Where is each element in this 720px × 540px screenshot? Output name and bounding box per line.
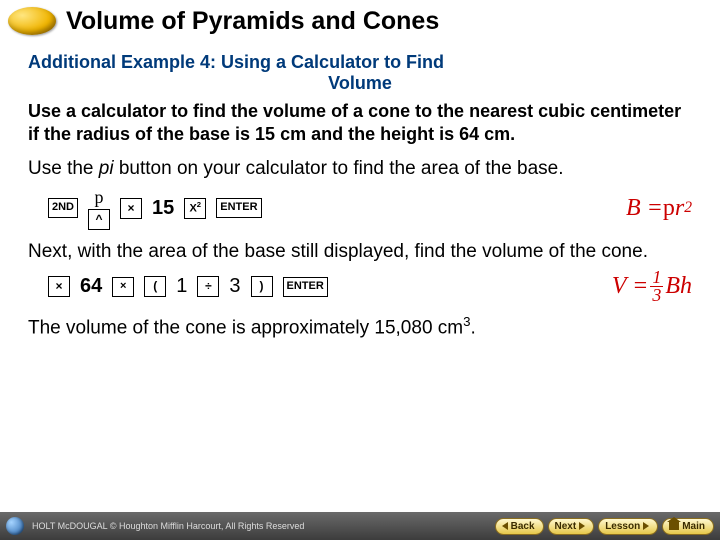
formula-base-area: B = pr2 (626, 195, 692, 222)
home-icon (669, 522, 679, 530)
lesson-arrow-icon (643, 522, 649, 530)
final-answer: The volume of the cone is approximately … (28, 314, 692, 339)
pi-label: p (95, 187, 104, 208)
back-arrow-icon (502, 522, 508, 530)
value-15: 15 (152, 197, 174, 220)
value-3: 3 (229, 275, 240, 298)
lesson-button[interactable]: Lesson (598, 518, 658, 535)
example-title-line2: Volume (28, 73, 692, 94)
key-enter-2: ENTER (283, 277, 328, 296)
example-title: Additional Example 4: Using a Calculator… (28, 52, 692, 94)
copyright-text: HOLT McDOUGAL © Houghton Mifflin Harcour… (32, 521, 491, 531)
publisher-logo-icon (6, 517, 24, 535)
key-sequence-2: × 64 × ( 1 ÷ 3 ) ENTER V = 1 3 Bh (48, 269, 692, 304)
footer-bar: HOLT McDOUGAL © Houghton Mifflin Harcour… (0, 512, 720, 540)
key-caret-pi: p ^ (88, 187, 110, 230)
key-divide: ÷ (197, 276, 219, 297)
instruction-2: Next, with the area of the base still di… (28, 240, 692, 264)
value-1: 1 (176, 275, 187, 298)
main-button[interactable]: Main (662, 518, 714, 535)
lesson-oval-icon (8, 7, 56, 35)
key-multiply-2: × (48, 276, 70, 297)
key-close-paren: ) (251, 276, 273, 297)
key-x-squared: X2 (184, 198, 206, 219)
key-caret: ^ (88, 209, 110, 230)
key-enter: ENTER (216, 198, 261, 217)
example-prompt: Use a calculator to find the volume of a… (28, 100, 692, 145)
instruction-1: Use the pi button on your calculator to … (28, 157, 692, 181)
key-multiply-3: × (112, 277, 134, 296)
next-arrow-icon (579, 522, 585, 530)
example-title-line1: Additional Example 4: Using a Calculator… (28, 52, 444, 72)
key-multiply: × (120, 198, 142, 219)
fraction-one-third: 1 3 (650, 269, 663, 304)
page-title: Volume of Pyramids and Cones (66, 7, 439, 36)
back-button[interactable]: Back (495, 518, 544, 535)
key-2nd: 2ND (48, 198, 78, 217)
key-sequence-1: 2ND p ^ × 15 X2 ENTER B = pr2 (48, 187, 692, 230)
formula-volume: V = 1 3 Bh (612, 269, 692, 304)
next-button[interactable]: Next (548, 518, 595, 535)
value-64: 64 (80, 275, 102, 298)
key-open-paren: ( (144, 276, 166, 297)
